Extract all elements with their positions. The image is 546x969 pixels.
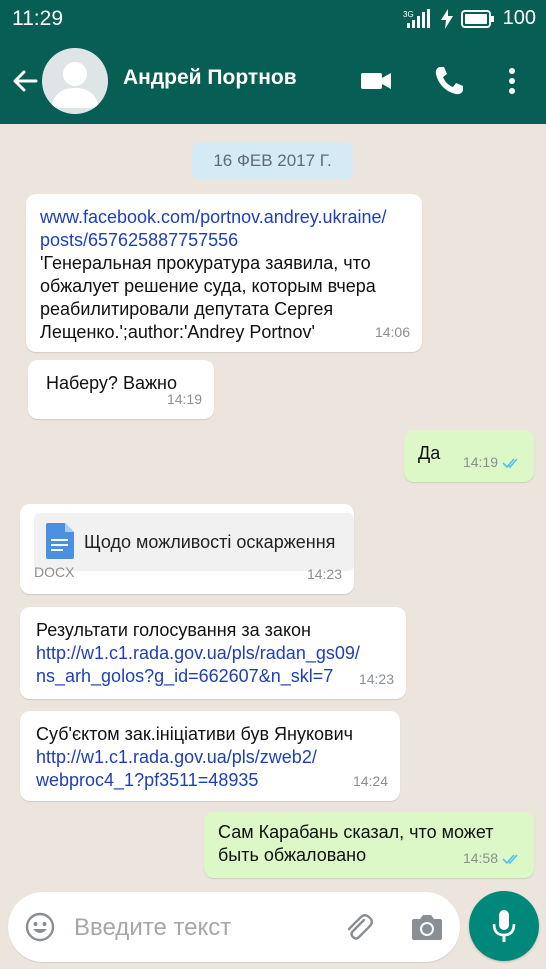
battery-level: 100 bbox=[502, 7, 536, 29]
chat-area[interactable]: 16 ФЕВ 2017 Г. www.facebook.com/portnov.… bbox=[0, 124, 546, 894]
message-time: 14:23 bbox=[306, 566, 342, 582]
message-meta: 14:19 bbox=[167, 388, 202, 411]
chat-header: Андрей Портнов bbox=[0, 38, 546, 124]
message-text: Да bbox=[418, 442, 440, 465]
message-link[interactable]: http://w1.c1.rada.gov.ua/pls/zweb2/ bbox=[36, 747, 317, 767]
message-line: обжалует решение суда, которым вчера bbox=[40, 276, 376, 296]
video-call-icon[interactable] bbox=[359, 64, 393, 98]
date-chip: 16 ФЕВ 2017 Г. bbox=[192, 142, 353, 180]
message-bubble-incoming[interactable]: Суб'єктом зак.ініціативи був Янукович ht… bbox=[20, 711, 400, 801]
message-link[interactable]: webproc4_1?pf3511=48935 bbox=[36, 770, 258, 790]
message-meta: 14:23 bbox=[307, 563, 342, 586]
message-line: Суб'єктом зак.ініціативи був Янукович bbox=[36, 724, 354, 744]
avatar[interactable] bbox=[42, 48, 108, 114]
message-bubble-incoming[interactable]: www.facebook.com/portnov.andrey.ukraine/… bbox=[26, 194, 422, 352]
read-ticks-icon bbox=[502, 457, 518, 468]
message-bubble-document[interactable]: Щодо можливості оскарження DOCX 14:23 bbox=[20, 504, 354, 594]
message-link[interactable]: http://w1.c1.rada.gov.ua/pls/radan_gs09/ bbox=[36, 643, 360, 663]
message-link[interactable]: posts/657625887757556 bbox=[40, 230, 238, 250]
message-line: 'Генеральная прокуратура заявила, что bbox=[40, 253, 371, 273]
message-bubble-incoming[interactable]: Наберу? Важно 14:19 bbox=[28, 360, 214, 419]
status-time: 11:29 bbox=[12, 7, 63, 30]
battery-icon bbox=[460, 9, 494, 28]
message-line: Сам Карабань сказал, что может bbox=[218, 822, 494, 842]
message-line: реабилитировали депутата Сергея bbox=[40, 299, 334, 319]
read-ticks-icon bbox=[502, 853, 518, 864]
phone-icon[interactable] bbox=[432, 64, 466, 98]
mic-button[interactable] bbox=[469, 891, 539, 961]
camera-icon[interactable] bbox=[409, 910, 445, 944]
message-line: Лещенко.';author:'Andrey Portnov' bbox=[40, 322, 315, 342]
attach-icon[interactable] bbox=[342, 911, 376, 945]
emoji-icon[interactable] bbox=[24, 911, 56, 943]
document-title: Щодо можливості оскарження bbox=[84, 532, 336, 552]
message-meta: 14:19 bbox=[463, 451, 522, 474]
message-meta: 14:06 bbox=[375, 321, 410, 344]
message-meta: 14:24 bbox=[353, 770, 388, 793]
message-time: 14:58 bbox=[462, 850, 498, 866]
document-icon bbox=[46, 523, 74, 559]
message-text: www.facebook.com/portnov.andrey.ukraine/… bbox=[40, 206, 387, 344]
back-arrow-icon[interactable] bbox=[10, 66, 40, 96]
message-text: Суб'єктом зак.ініціативи був Янукович ht… bbox=[36, 723, 353, 792]
message-line: Наберу? Важно bbox=[46, 373, 177, 393]
message-line: Да bbox=[418, 443, 441, 463]
message-time: 14:06 bbox=[374, 324, 410, 340]
message-bubble-incoming[interactable]: Результати голосування за закон http://w… bbox=[20, 607, 406, 699]
message-line: Результати голосування за закон bbox=[36, 620, 311, 640]
message-line: быть обжаловано bbox=[218, 845, 367, 865]
message-time: 14:23 bbox=[358, 671, 394, 687]
message-input-bar: Введите текст bbox=[8, 892, 460, 962]
message-bubble-outgoing[interactable]: Сам Карабань сказал, что может быть обжа… bbox=[204, 812, 534, 878]
message-bubble-outgoing[interactable]: Да 14:19 bbox=[404, 430, 534, 482]
message-text: Результати голосування за закон http://w… bbox=[36, 619, 360, 688]
message-input[interactable]: Введите текст bbox=[74, 914, 231, 942]
message-time: 14:19 bbox=[166, 391, 202, 407]
signal-icon: 3G bbox=[403, 8, 430, 28]
default-avatar-icon bbox=[51, 62, 99, 108]
charging-icon bbox=[440, 8, 453, 29]
message-time: 14:19 bbox=[462, 454, 498, 470]
message-time: 14:24 bbox=[352, 773, 388, 789]
status-indicators: 3G 100 bbox=[403, 7, 536, 30]
message-text: Сам Карабань сказал, что может быть обжа… bbox=[218, 821, 494, 867]
more-options-icon[interactable] bbox=[495, 64, 529, 98]
message-text: Наберу? Важно bbox=[46, 372, 177, 395]
svg-text:3G: 3G bbox=[403, 10, 414, 19]
message-link[interactable]: www.facebook.com/portnov.andrey.ukraine/ bbox=[40, 207, 387, 227]
contact-name[interactable]: Андрей Портнов bbox=[123, 66, 297, 90]
message-meta: 14:58 bbox=[463, 847, 522, 870]
mic-icon bbox=[492, 910, 516, 942]
status-bar: 11:29 3G 100 bbox=[0, 0, 546, 38]
message-meta: 14:23 bbox=[359, 668, 394, 691]
document-type: DOCX bbox=[34, 564, 75, 580]
message-link[interactable]: ns_arh_golos?g_id=662607&n_skl=7 bbox=[36, 666, 333, 686]
